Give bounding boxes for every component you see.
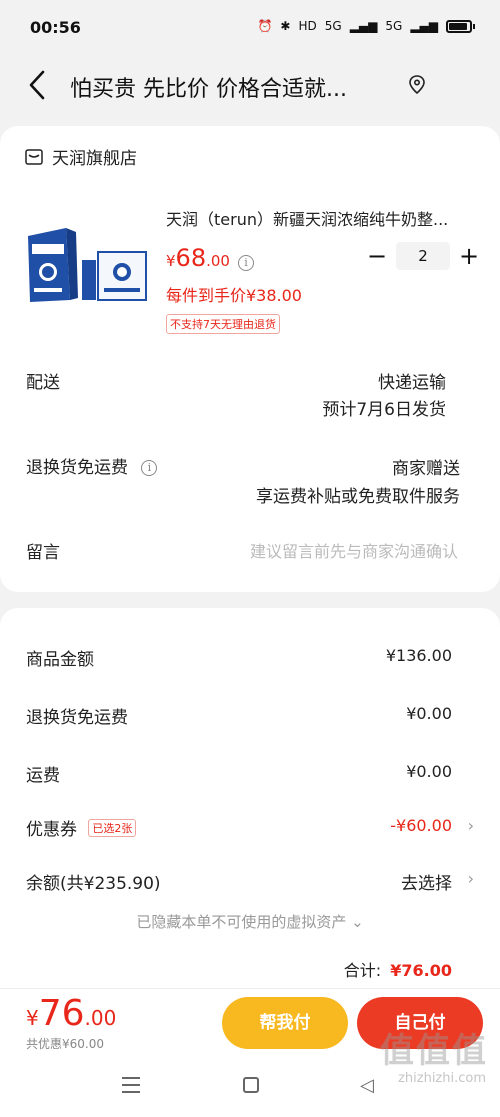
quantity-stepper: − 2 + <box>366 242 480 270</box>
hidden-assets-toggle[interactable]: 已隐藏本单不可使用的虚拟资产 ⌄ <box>0 911 500 932</box>
signal-bars-icon-2: ▂▄▆ <box>410 19 438 33</box>
price-summary-card: 商品金额 ¥136.00 退换货免运费 ¥0.00 运费 ¥0.00 优惠券 已… <box>0 608 500 988</box>
return-shipping-label-text: 退换货免运费 <box>26 458 128 478</box>
status-time: 00:56 <box>30 18 81 37</box>
home-nav-icon[interactable] <box>243 1077 259 1093</box>
hd-icon: HD <box>298 19 317 33</box>
message-input[interactable]: 建议留言前先与商家沟通确认 <box>250 538 458 562</box>
total-label: 合计: <box>343 961 382 980</box>
order-item-card: 天润旗舰店 天润（terun）新疆天润浓缩纯牛奶整... ¥ 68 .00 i … <box>0 126 500 592</box>
page-title: 怕买贵 先比价 价格合适就... <box>70 77 347 102</box>
return-shipping-value: 商家赠送 <box>392 459 460 479</box>
status-bar: 00:56 ⏰ ✱ HD 5G ▂▄▆ 5G ▂▄▆ <box>0 0 500 58</box>
location-pin-icon[interactable] <box>408 75 426 95</box>
return-shipping-detail: 享运费补贴或免费取件服务 <box>256 487 460 507</box>
chevron-down-icon: ⌄ <box>351 913 364 931</box>
delivery-method[interactable]: 快递运输 <box>378 368 446 393</box>
back-nav-icon[interactable]: ◁ <box>360 1075 374 1096</box>
signal-bars-icon-1: ▂▄▆ <box>349 19 378 33</box>
shipping-fee-value: ¥0.00 <box>406 762 452 781</box>
quantity-input[interactable]: 2 <box>396 242 450 270</box>
hidden-assets-text: 已隐藏本单不可使用的虚拟资产 <box>136 913 347 931</box>
coupon-chevron-icon[interactable]: › <box>468 816 474 835</box>
return-fee-label: 退换货免运费 <box>26 708 128 728</box>
alarm-icon: ⏰ <box>257 19 273 33</box>
price-decimal: .00 <box>206 252 230 270</box>
discount-total: 共优惠¥60.00 <box>26 1037 104 1051</box>
balance-label: 余额(共¥235.90) <box>26 874 161 894</box>
watermark-url: zhizhizhi.com <box>398 1071 486 1086</box>
return-fee-value: ¥0.00 <box>406 704 452 723</box>
shop-name: 天润旗舰店 <box>52 149 137 169</box>
battery-icon <box>446 19 475 33</box>
product-title[interactable]: 天润（terun）新疆天润浓缩纯牛奶整... <box>166 206 476 230</box>
return-shipping-label: 退换货免运费 i <box>26 453 158 478</box>
shipping-fee-label: 运费 <box>26 766 60 786</box>
bluetooth-icon: ✱ <box>280 19 291 33</box>
store-icon <box>25 148 43 165</box>
menu-nav-icon[interactable] <box>122 1077 140 1093</box>
balance-chevron-icon[interactable]: › <box>468 869 474 888</box>
pay-currency: ¥ <box>26 1006 39 1030</box>
total-row: 合计: ¥76.00 <box>344 957 452 981</box>
back-button[interactable] <box>26 68 48 102</box>
total-value: ¥76.00 <box>390 961 452 980</box>
increase-quantity-button[interactable]: + <box>458 244 480 268</box>
balance-select[interactable]: 去选择 <box>401 869 452 894</box>
product-image[interactable] <box>24 222 150 308</box>
signal-icon-2: 5G <box>385 19 403 33</box>
pay-decimal: .00 <box>84 1006 117 1030</box>
signal-icon-1: 5G <box>324 19 342 33</box>
goods-amount-value: ¥136.00 <box>385 646 452 665</box>
coupon-label: 优惠券 <box>26 820 77 840</box>
decrease-quantity-button[interactable]: − <box>366 244 388 268</box>
status-icons: ⏰ ✱ HD 5G ▂▄▆ 5G ▂▄▆ <box>257 19 475 33</box>
price-integer: 68 <box>175 244 207 272</box>
ask-friend-pay-button[interactable]: 帮我付 <box>222 997 348 1049</box>
delivery-eta: 预计7月6日发货 <box>322 400 446 420</box>
price-info-icon[interactable]: i <box>237 255 254 271</box>
pay-integer: 76 <box>38 993 85 1034</box>
coupon-badge: 已选2张 <box>88 819 137 837</box>
pay-total: ¥ 76 .00 <box>26 993 116 1034</box>
coupon-row[interactable]: 优惠券 已选2张 <box>26 815 137 840</box>
price-currency: ¥ <box>166 252 176 270</box>
unit-price: 每件到手价¥38.00 <box>166 286 302 305</box>
no-return-badge: 不支持7天无理由退货 <box>166 314 280 334</box>
return-shipping-info-icon[interactable]: i <box>141 460 158 476</box>
delivery-label: 配送 <box>26 373 60 393</box>
chevron-left-icon <box>29 70 45 100</box>
product-price: ¥ 68 .00 i <box>166 244 254 272</box>
nav-bar: 怕买贵 先比价 价格合适就... <box>0 58 500 116</box>
coupon-value[interactable]: -¥60.00 <box>390 816 452 835</box>
shop-header[interactable]: 天润旗舰店 <box>24 144 137 169</box>
watermark-logo: 值值值 <box>380 1031 488 1071</box>
checkout-bar: ¥ 76 .00 共优惠¥60.00 帮我付 自己付 ◁ 值值值 zhizhiz… <box>0 988 500 1117</box>
message-label: 留言 <box>26 543 60 563</box>
goods-amount-label: 商品金额 <box>26 650 94 670</box>
